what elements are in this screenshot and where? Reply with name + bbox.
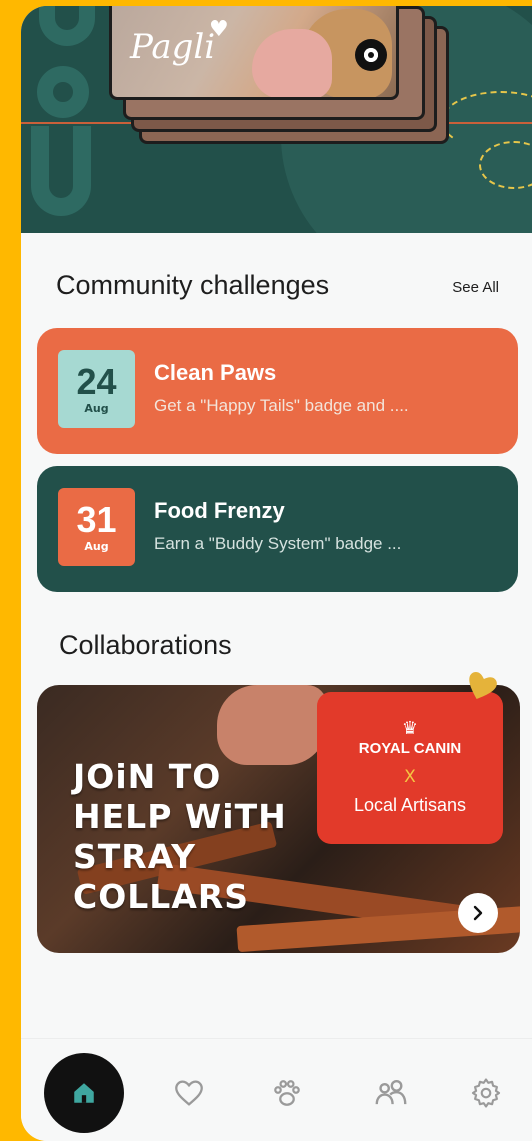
hero-letter-y: [31, 126, 91, 216]
challenge-title: Food Frenzy: [154, 498, 285, 523]
eye-icon[interactable]: [355, 39, 387, 71]
pet-name: Pagli: [130, 27, 216, 67]
home-icon: [74, 1083, 94, 1103]
section-title-collaborations: Collaborations: [59, 630, 232, 660]
nav-favorites[interactable]: [149, 1053, 229, 1133]
pet-photo-hand: [252, 29, 332, 97]
heart-icon: [175, 1080, 203, 1106]
date-day: 24: [76, 360, 117, 402]
heart-doodle-icon: ♥: [209, 17, 229, 42]
collaboration-banner[interactable]: JOiN TO HELP WiTH STRAY COLLARS ♛ ROYAL …: [37, 685, 520, 953]
challenge-title: Clean Paws: [154, 360, 277, 385]
challenge-description: Earn a "Buddy System" badge ...: [154, 534, 402, 553]
community-icon: [375, 1079, 407, 1105]
section-title-community: Community challenges: [56, 270, 330, 300]
date-day: 31: [76, 498, 117, 540]
app-screen: Pagli ♥ Community challenges See All 24 …: [21, 6, 532, 1141]
challenge-card[interactable]: 31 Aug Food Frenzy Earn a "Buddy System"…: [37, 466, 518, 592]
headline-line: COLLARS: [73, 877, 250, 916]
nav-home[interactable]: [44, 1053, 124, 1133]
date-badge: 24 Aug: [58, 350, 135, 428]
crown-icon: ♛: [401, 718, 419, 739]
challenge-card[interactable]: 24 Aug Clean Paws Get a "Happy Tails" ba…: [37, 328, 518, 454]
date-month: Aug: [84, 539, 109, 553]
brand-badge: ♛ ROYAL CANIN X Local Artisans: [317, 692, 503, 844]
brand-x: X: [404, 767, 416, 787]
nav-community[interactable]: [351, 1053, 431, 1133]
date-badge: 31 Aug: [58, 488, 135, 566]
hero-banner: Pagli ♥: [21, 6, 532, 233]
headline-line: HELP WiTH: [73, 797, 287, 836]
next-button[interactable]: [458, 893, 498, 933]
headline-line: JOiN TO: [73, 757, 222, 796]
settings-icon: [471, 1078, 501, 1108]
nav-settings[interactable]: [446, 1053, 526, 1133]
headline-line: STRAY: [73, 837, 196, 876]
collab-headline: JOiN TO HELP WiTH STRAY COLLARS: [73, 757, 287, 917]
hero-letter-o: [37, 66, 89, 118]
chevron-right-icon: [473, 905, 483, 921]
see-all-link[interactable]: See All: [452, 279, 499, 296]
nav-pets[interactable]: [247, 1053, 327, 1133]
hero-letter-u: [39, 6, 95, 46]
artisan-hand: [217, 685, 327, 765]
brand-name: ROYAL CANIN: [358, 740, 462, 757]
brand-partner: Local Artisans: [353, 795, 467, 815]
bottom-navigation: [21, 1038, 532, 1141]
challenge-description: Get a "Happy Tails" badge and ....: [154, 396, 409, 415]
paw-icon: [274, 1080, 300, 1106]
pet-card[interactable]: Pagli ♥: [109, 6, 399, 100]
date-month: Aug: [84, 401, 109, 415]
